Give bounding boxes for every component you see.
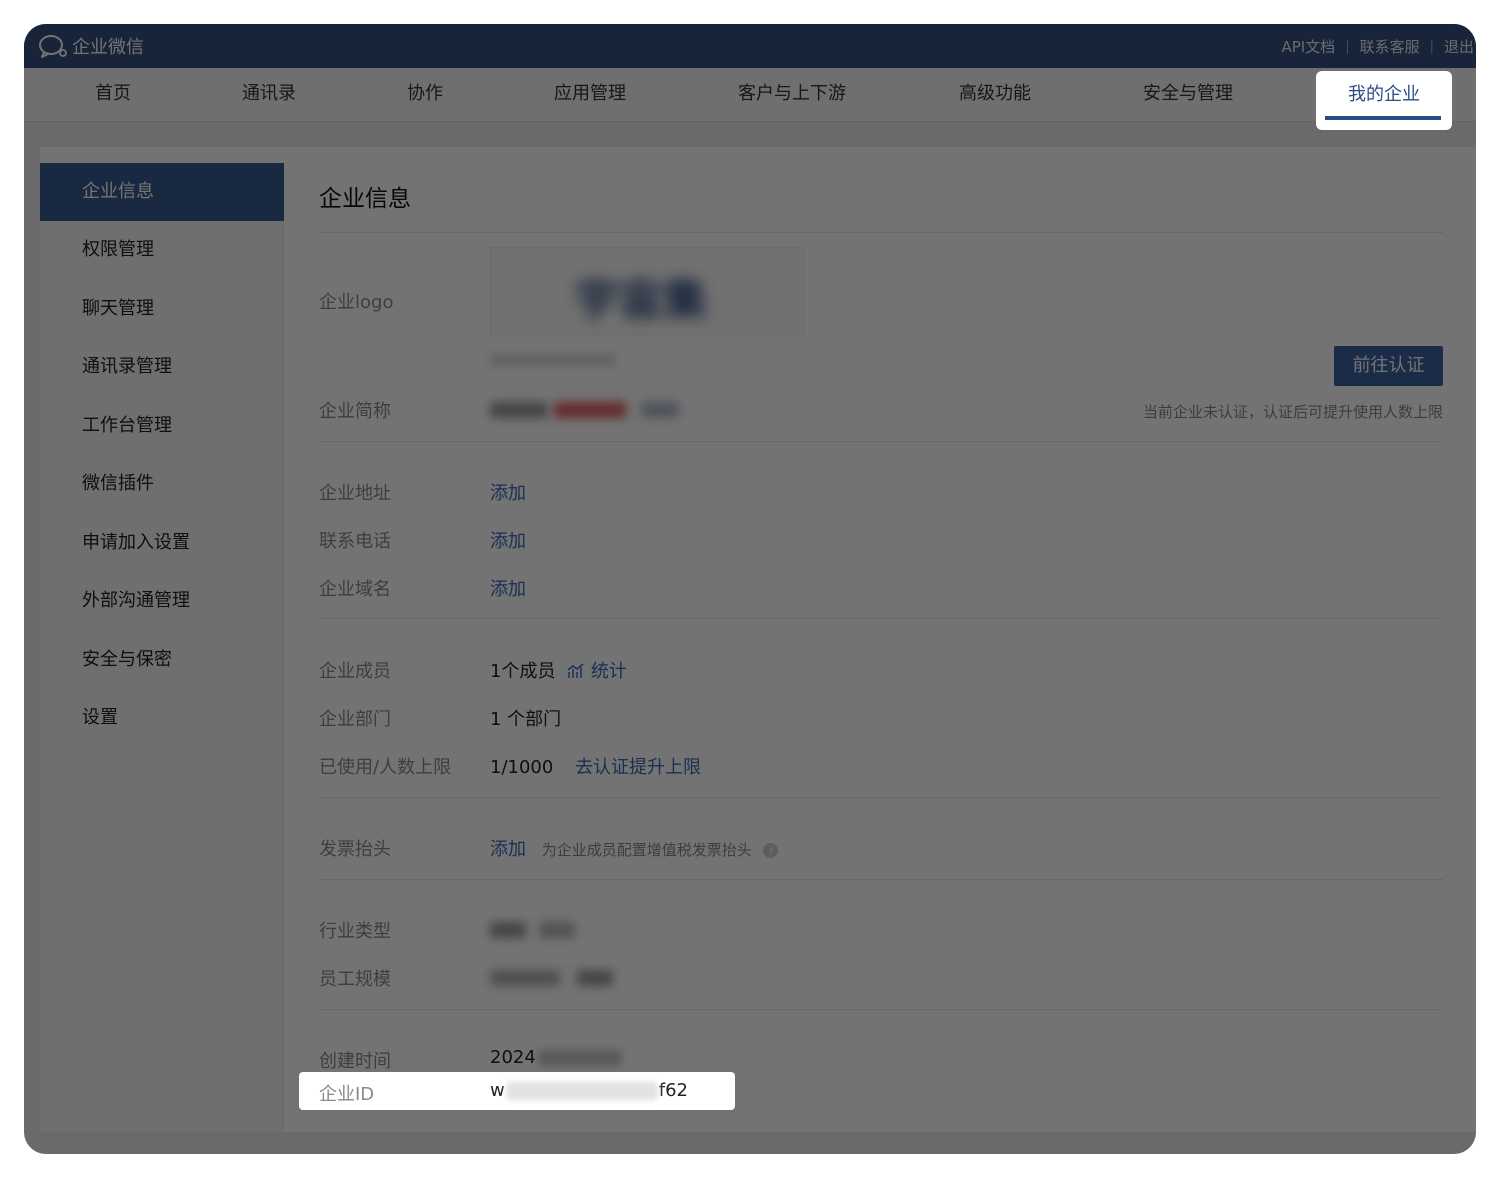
short-name-label: 企业简称 <box>319 401 391 422</box>
invoice-hint: 为企业成员配置增值税发票抬头 <box>541 841 752 859</box>
divider <box>319 1009 1443 1010</box>
brand[interactable]: 企业微信 <box>38 33 144 59</box>
tab-advanced[interactable]: 高级功能 <box>959 68 1031 122</box>
members-count: 1个成员 <box>490 661 556 682</box>
corp-id-redacted <box>505 1082 658 1100</box>
tab-app-management[interactable]: 应用管理 <box>554 68 626 122</box>
add-phone-link[interactable]: 添加 <box>490 527 526 553</box>
corp-id-value[interactable]: w f62 <box>490 1080 688 1101</box>
link-separator: | <box>1345 39 1350 54</box>
page-title: 企业信息 <box>319 186 411 212</box>
top-links: API文档 | 联系客服 | 退出 <box>1281 36 1474 57</box>
tab-security[interactable]: 安全与管理 <box>1143 68 1233 122</box>
tab-my-company-label: 我的企业 <box>1348 84 1420 105</box>
app-window: 企业微信 API文档 | 联系客服 | 退出 首页 通讯录 协作 应用管理 客户… <box>24 24 1476 1154</box>
domain-label: 企业域名 <box>319 579 391 600</box>
divider <box>319 441 1443 442</box>
tab-home[interactable]: 首页 <box>95 68 131 122</box>
wecom-logo-icon <box>39 35 67 58</box>
departments-label: 企业部门 <box>319 709 391 730</box>
add-invoice-link[interactable]: 添加 <box>490 839 526 860</box>
sidebar-item-wechat-plugin[interactable]: 微信插件 <box>40 455 284 513</box>
add-address-link[interactable]: 添加 <box>490 479 526 505</box>
api-docs-link[interactable]: API文档 <box>1281 36 1335 57</box>
tab-collaboration[interactable]: 协作 <box>407 68 443 122</box>
industry-redacted <box>490 922 526 938</box>
logo-image: 宇宙集 <box>575 275 707 326</box>
top-bar: 企业微信 API文档 | 联系客服 | 退出 <box>24 24 1476 68</box>
divider <box>319 797 1443 798</box>
created-value: 2024 <box>490 1047 622 1068</box>
phone-label: 联系电话 <box>319 531 391 552</box>
divider <box>319 879 1443 880</box>
short-name-redacted <box>554 402 626 418</box>
sidebar-item-join-settings[interactable]: 申请加入设置 <box>40 514 284 572</box>
created-label: 创建时间 <box>319 1051 391 1072</box>
size-redacted <box>577 970 613 986</box>
size-redacted <box>490 970 560 986</box>
invoice-label: 发票抬头 <box>319 839 391 860</box>
address-label: 企业地址 <box>319 483 391 504</box>
tab-customers[interactable]: 客户与上下游 <box>738 68 846 122</box>
link-separator: | <box>1429 39 1434 54</box>
short-name-redacted <box>490 402 548 418</box>
divider <box>319 232 1443 233</box>
company-logo[interactable]: 宇宙集 <box>490 247 804 335</box>
verify-hint: 当前企业未认证，认证后可提升使用人数上限 <box>1142 403 1443 421</box>
industry-redacted <box>539 922 575 938</box>
sidebar-item-security[interactable]: 安全与保密 <box>40 631 284 689</box>
members-stats-label: 统计 <box>590 661 627 682</box>
sidebar: 企业信息 权限管理 聊天管理 通讯录管理 工作台管理 微信插件 申请加入设置 外… <box>40 163 284 1132</box>
divider <box>319 618 1443 619</box>
sidebar-item-permissions[interactable]: 权限管理 <box>40 221 284 279</box>
departments-value: 1 个部门 <box>490 709 562 730</box>
logout-link[interactable]: 退出 <box>1444 36 1474 57</box>
tab-contacts[interactable]: 通讯录 <box>242 68 296 122</box>
verify-button[interactable]: 前往认证 <box>1334 346 1443 386</box>
content-card: 企业信息 权限管理 聊天管理 通讯录管理 工作台管理 微信插件 申请加入设置 外… <box>40 147 1476 1132</box>
corp-id-row: 企业ID w f62 <box>299 1072 735 1110</box>
upgrade-limit-link[interactable]: 去认证提升上限 <box>575 757 701 778</box>
industry-label: 行业类型 <box>319 921 391 942</box>
add-domain-link[interactable]: 添加 <box>490 575 526 601</box>
members-value: 1个成员 统计 <box>490 657 627 683</box>
corp-id-prefix: w <box>490 1080 505 1101</box>
usage-value: 1/1000 去认证提升上限 <box>490 753 701 779</box>
created-year: 2024 <box>490 1047 536 1068</box>
brand-name: 企业微信 <box>72 37 144 58</box>
tab-my-company[interactable]: 我的企业 <box>1316 71 1452 130</box>
short-name-redacted <box>641 402 679 418</box>
sidebar-item-company-info[interactable]: 企业信息 <box>40 163 284 221</box>
logo-label: 企业logo <box>319 292 394 313</box>
usage-count: 1/1000 <box>490 757 554 778</box>
sidebar-item-contacts[interactable]: 通讯录管理 <box>40 338 284 396</box>
invoice-value: 添加 为企业成员配置增值税发票抬头 i <box>490 835 779 861</box>
sidebar-item-chat[interactable]: 聊天管理 <box>40 280 284 338</box>
size-label: 员工规模 <box>319 969 391 990</box>
members-stats-link[interactable]: 统计 <box>567 661 627 682</box>
logo-caption-redacted <box>490 353 616 367</box>
members-label: 企业成员 <box>319 661 391 682</box>
corp-id-label: 企业ID <box>319 1084 375 1105</box>
main-nav: 首页 通讯录 协作 应用管理 客户与上下游 高级功能 安全与管理 <box>24 68 1476 122</box>
sidebar-item-settings[interactable]: 设置 <box>40 689 284 747</box>
usage-label: 已使用/人数上限 <box>319 757 452 778</box>
sidebar-item-external[interactable]: 外部沟通管理 <box>40 572 284 630</box>
corp-id-suffix: f62 <box>658 1080 688 1101</box>
info-icon[interactable]: i <box>763 842 779 858</box>
contact-support-link[interactable]: 联系客服 <box>1360 36 1420 57</box>
created-redacted <box>537 1050 622 1066</box>
active-tab-indicator <box>1325 116 1441 120</box>
stats-chart-icon <box>567 663 584 678</box>
sidebar-item-workbench[interactable]: 工作台管理 <box>40 397 284 455</box>
